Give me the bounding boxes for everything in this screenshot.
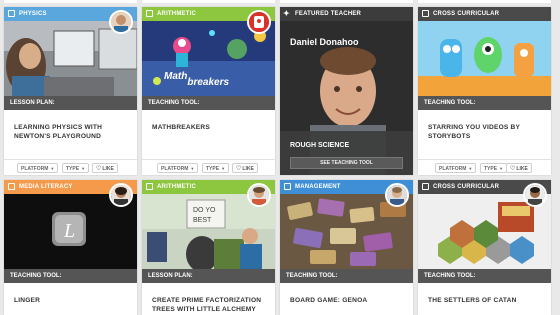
- featured-teacher-card[interactable]: ✦ FEATURED TEACHER Daniel Donahoo ROUGH …: [280, 7, 413, 175]
- category-label: FEATURED TEACHER: [295, 11, 362, 17]
- storybots-image: [418, 21, 551, 96]
- card-actions: PLATFORM ▼ TYPE ▼ ♡LIKE: [142, 159, 275, 175]
- like-button[interactable]: ♡LIKE: [232, 163, 258, 173]
- caret-down-icon: ▼: [50, 166, 55, 171]
- type-label: TYPE: [206, 166, 220, 172]
- resource-type-label: TEACHING TOOL:: [418, 96, 551, 110]
- category-label: MEDIA LITERACY: [19, 184, 73, 190]
- see-teaching-tool-button[interactable]: SEE TEACHING TOOL: [290, 157, 403, 169]
- svg-text:DO YO: DO YO: [193, 207, 216, 214]
- caret-down-icon: ▼: [81, 166, 86, 171]
- caret-down-icon: ▼: [499, 166, 504, 171]
- category-icon: [8, 183, 15, 190]
- category-icon: [146, 10, 153, 17]
- resource-card[interactable]: CROSS CURRICULAR TEACHING TOOL: STARRING…: [418, 7, 551, 175]
- logo-icon: [249, 12, 269, 32]
- app-logo-badge[interactable]: [247, 10, 271, 34]
- platform-dropdown[interactable]: PLATFORM ▼: [157, 163, 199, 173]
- teacher-avatar[interactable]: [109, 10, 133, 34]
- resource-type-label: LESSON PLAN:: [4, 96, 137, 110]
- teacher-avatar[interactable]: [109, 183, 133, 207]
- avatar-image: [111, 185, 131, 205]
- resource-image[interactable]: [418, 21, 551, 96]
- game-title-art: Mathbreakers: [164, 71, 229, 88]
- avatar-image: [525, 185, 545, 205]
- teacher-avatar[interactable]: [247, 183, 271, 207]
- previous-row-card-edge: [280, 0, 413, 3]
- category-bar: ✦ FEATURED TEACHER: [280, 7, 413, 21]
- category-label: CROSS CURRICULAR: [433, 11, 500, 17]
- teacher-name: Daniel Donahoo: [290, 37, 359, 47]
- svg-text:L: L: [63, 220, 75, 242]
- heart-icon: ♡: [236, 166, 242, 172]
- avatar-image: [111, 12, 131, 32]
- like-label: LIKE: [102, 166, 114, 172]
- resource-card[interactable]: MANAGEMENT TEACHING TOOL: BOARD GAME: GE…: [280, 180, 413, 315]
- resource-title[interactable]: CREATE PRIME FACTORIZATION TREES WITH LI…: [152, 296, 267, 314]
- resource-card[interactable]: CROSS CURRICULAR TEACHING TOOL: THE SETT…: [418, 180, 551, 315]
- game-title-part-1: Math: [164, 71, 188, 82]
- like-label: LIKE: [516, 166, 528, 172]
- resource-title[interactable]: MATHBREAKERS: [152, 123, 267, 132]
- resource-type-label: LESSON PLAN:: [142, 269, 275, 283]
- type-label: TYPE: [484, 166, 498, 172]
- caret-down-icon: ▼: [221, 166, 226, 171]
- resource-title[interactable]: STARRING YOU VIDEOS BY STORYBOTS: [428, 123, 543, 141]
- category-icon: [146, 183, 153, 190]
- platform-dropdown[interactable]: PLATFORM ▼: [17, 163, 59, 173]
- heart-icon: ♡: [510, 166, 516, 172]
- resource-title[interactable]: LEARNING PHYSICS WITH NEWTON'S PLAYGROUN…: [14, 123, 129, 141]
- resource-type-label: TEACHING TOOL:: [4, 269, 137, 283]
- avatar-image: [249, 185, 269, 205]
- previous-row-card-edge: [418, 0, 551, 3]
- avatar-image: [387, 185, 407, 205]
- category-icon: [284, 183, 291, 190]
- platform-label: PLATFORM: [161, 166, 189, 172]
- resource-type-label: TEACHING TOOL:: [418, 269, 551, 283]
- card-actions: PLATFORM ▼ TYPE ▼ ♡LIKE: [418, 159, 551, 175]
- card-actions: PLATFORM ▼ TYPE ▼ ♡LIKE: [4, 159, 137, 175]
- type-dropdown[interactable]: TYPE ▼: [62, 163, 90, 173]
- featured-star-icon: ✦: [283, 9, 290, 18]
- type-label: TYPE: [66, 166, 80, 172]
- teacher-avatar[interactable]: [523, 183, 547, 207]
- type-dropdown[interactable]: TYPE ▼: [202, 163, 230, 173]
- caret-down-icon: ▼: [190, 166, 195, 171]
- resource-card[interactable]: MEDIA LITERACY L TEACHING TOOL: LINGER: [4, 180, 137, 315]
- game-title-part-2: breakers: [187, 77, 230, 88]
- resource-title[interactable]: THE SETTLERS OF CATAN: [428, 296, 543, 305]
- previous-row-card-edge: [142, 0, 275, 3]
- category-label: ARITHMETIC: [157, 184, 196, 190]
- type-dropdown[interactable]: TYPE ▼: [480, 163, 508, 173]
- category-label: CROSS CURRICULAR: [433, 184, 500, 190]
- category-bar: CROSS CURRICULAR: [418, 7, 551, 21]
- like-button[interactable]: ♡LIKE: [92, 163, 118, 173]
- resource-card[interactable]: ARITHMETIC DO YO BEST LESSON PLAN: CREAT…: [142, 180, 275, 315]
- resource-type-label: TEACHING TOOL:: [280, 269, 413, 283]
- teacher-avatar[interactable]: [385, 183, 409, 207]
- category-label: ARITHMETIC: [157, 11, 196, 17]
- platform-label: PLATFORM: [439, 166, 467, 172]
- svg-text:BEST: BEST: [193, 217, 212, 224]
- platform-dropdown[interactable]: PLATFORM ▼: [435, 163, 477, 173]
- like-button[interactable]: ♡LIKE: [506, 163, 532, 173]
- category-label: PHYSICS: [19, 11, 47, 17]
- resource-card[interactable]: PHYSICS LESSON PLAN: LEARNING PHYSICS WI…: [4, 7, 137, 175]
- resource-type-label: TEACHING TOOL:: [142, 96, 275, 110]
- heart-icon: ♡: [96, 166, 102, 172]
- category-icon: [422, 183, 429, 190]
- resource-title[interactable]: LINGER: [14, 296, 129, 305]
- like-label: LIKE: [242, 166, 254, 172]
- category-label: MANAGEMENT: [295, 184, 341, 190]
- resource-title[interactable]: BOARD GAME: GENOA: [290, 296, 405, 305]
- category-icon: [8, 10, 15, 17]
- platform-label: PLATFORM: [21, 166, 49, 172]
- category-icon: [422, 10, 429, 17]
- caret-down-icon: ▼: [468, 166, 473, 171]
- resource-card[interactable]: ARITHMETIC Mathbreakers TEACHING TOOL: M…: [142, 7, 275, 175]
- previous-row-card-edge: [4, 0, 137, 3]
- featured-project-title: ROUGH SCIENCE: [290, 142, 350, 149]
